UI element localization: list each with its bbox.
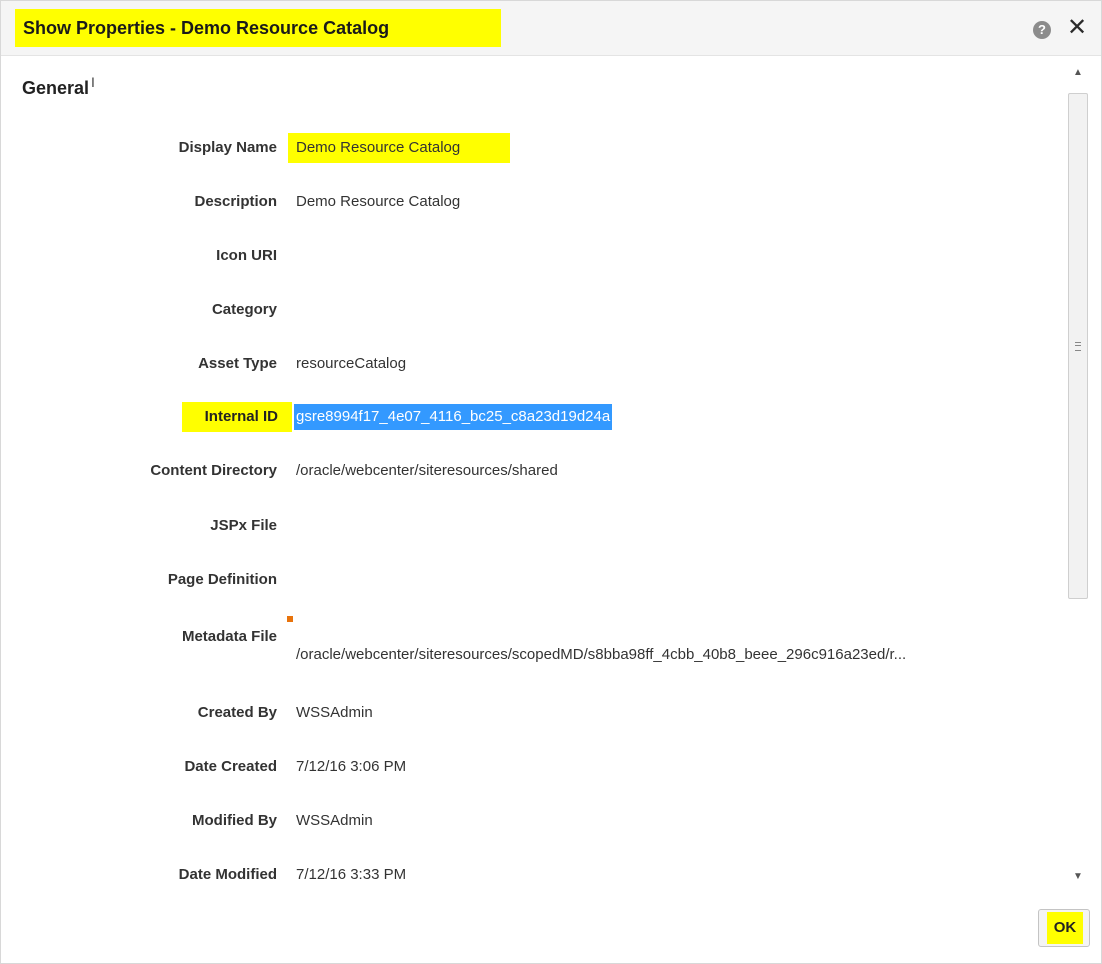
property-label: Description (194, 193, 277, 210)
required-marker-icon (287, 616, 293, 622)
property-value: WSSAdmin (296, 812, 373, 829)
property-row-modified-by: Modified By WSSAdmin (1, 806, 1061, 836)
property-row-metadata-file: Metadata File /oracle/webcenter/sitereso… (1, 628, 1061, 663)
property-value-selected[interactable]: gsre8994f17_4e07_4116_bc25_c8a23d19d24a (294, 404, 613, 430)
ok-button-label: OK (1047, 912, 1083, 944)
property-row-content-directory: Content Directory /oracle/webcenter/site… (1, 456, 1061, 486)
property-label: Display Name (178, 139, 277, 156)
close-icon[interactable]: ✕ (1065, 15, 1089, 41)
property-value: /oracle/webcenter/siteresources/shared (296, 462, 558, 479)
property-row-icon-uri: Icon URI (1, 241, 1061, 271)
property-label: Content Directory (150, 462, 277, 479)
property-row-internal-id: Internal ID gsre8994f17_4e07_4116_bc25_c… (1, 402, 1061, 432)
property-label: Page Definition (167, 571, 277, 588)
help-icon[interactable]: ? (1033, 21, 1051, 39)
property-value: /oracle/webcenter/siteresources/scopedMD… (296, 646, 907, 663)
property-label: Icon URI (216, 247, 277, 264)
property-value: Demo Resource Catalog (296, 193, 461, 210)
property-label: Metadata File (181, 628, 277, 645)
dialog-titlebar: Show Properties - Demo Resource Catalog … (1, 1, 1101, 56)
ok-button[interactable]: OK (1038, 909, 1090, 947)
show-properties-dialog: Show Properties - Demo Resource Catalog … (0, 0, 1102, 964)
text-cursor-icon: I (91, 74, 95, 90)
property-row-asset-type: Asset Type resourceCatalog (1, 349, 1061, 379)
properties-content: General I Display Name Demo Resource Cat… (1, 56, 1061, 891)
property-label: Created By (197, 704, 277, 721)
property-label: Category (211, 301, 277, 318)
vertical-scrollbar[interactable]: ▲ ▼ (1065, 59, 1091, 891)
property-row-created-by: Created By WSSAdmin (1, 698, 1061, 728)
dialog-title: Show Properties - Demo Resource Catalog (15, 9, 501, 47)
property-value: WSSAdmin (296, 704, 373, 721)
property-row-date-created: Date Created 7/12/16 3:06 PM (1, 752, 1061, 782)
dialog-footer: OK (1, 891, 1101, 963)
property-value: Demo Resource Catalog (288, 133, 510, 163)
property-row-date-modified: Date Modified 7/12/16 3:33 PM (1, 860, 1061, 890)
property-value: 7/12/16 3:33 PM (296, 866, 407, 883)
property-row-jspx-file: JSPx File (1, 511, 1061, 541)
scroll-grip-icon (1075, 342, 1081, 351)
property-label: Date Modified (178, 866, 277, 883)
scroll-down-arrow-icon[interactable]: ▼ (1065, 863, 1091, 891)
property-label: Internal ID (182, 402, 292, 432)
property-value: resourceCatalog (296, 355, 407, 372)
property-label: JSPx File (210, 517, 277, 534)
property-row-page-definition: Page Definition (1, 565, 1061, 595)
property-label: Asset Type (198, 355, 277, 372)
section-title-general: General (22, 78, 90, 98)
property-label: Date Created (184, 758, 277, 775)
property-row-display-name: Display Name Demo Resource Catalog (1, 133, 1061, 163)
scroll-up-arrow-icon[interactable]: ▲ (1065, 59, 1091, 87)
property-value: 7/12/16 3:06 PM (296, 758, 407, 775)
property-row-category: Category (1, 295, 1061, 325)
scroll-thumb[interactable] (1068, 93, 1088, 599)
property-label: Modified By (192, 812, 277, 829)
property-row-description: Description Demo Resource Catalog (1, 187, 1061, 217)
